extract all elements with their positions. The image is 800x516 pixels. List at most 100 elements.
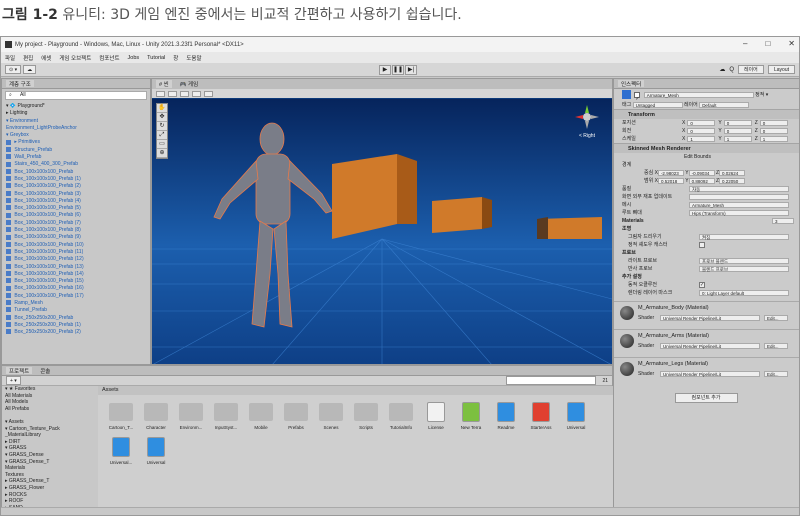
project-tree-item[interactable]: ▾ GRASS_Dense	[5, 452, 98, 459]
transform-x-field[interactable]: 1	[687, 135, 716, 142]
transform-icon[interactable]: ⊕	[157, 149, 167, 158]
hierarchy-item[interactable]: Box_100x100x100_Prefab (1)	[6, 176, 150, 183]
asset-item[interactable]: License	[421, 401, 451, 430]
project-search-input[interactable]	[506, 376, 597, 385]
asset-item[interactable]: TutorialInfo	[386, 401, 416, 430]
orientation-gizmo[interactable]: < Right	[570, 103, 604, 143]
account-button[interactable]: ⊙ ▾	[5, 65, 22, 74]
scene-tool-button[interactable]	[204, 90, 213, 97]
extent-x-field[interactable]: 0.52018	[657, 177, 684, 184]
menu-item[interactable]: Tutorial	[147, 55, 165, 61]
lighting-label[interactable]: 조명	[622, 226, 631, 232]
project-tree-item[interactable]: ▸ ROOF	[5, 498, 98, 505]
transform-z-field[interactable]: 0	[759, 127, 788, 134]
smr-row-field[interactable]: Armature_Mesh	[689, 202, 789, 208]
project-tree-item[interactable]: Textures	[5, 472, 98, 479]
maximize-button[interactable]: □	[765, 39, 770, 48]
tab-project[interactable]: 프로젝트	[6, 367, 33, 375]
hierarchy-item[interactable]: Box_100x100x100_Prefab (7)	[6, 220, 150, 227]
extent-y-field[interactable]: 0.88092	[688, 177, 715, 184]
rendering-layer-dropdown[interactable]: 0: Light Layer default	[699, 290, 789, 296]
object-name-field[interactable]: Armature_Mesh	[643, 91, 754, 98]
hierarchy-item[interactable]: Ramp_Mesh	[6, 300, 150, 307]
hierarchy-item[interactable]: Box_100x100x100_Prefab (9)	[6, 234, 150, 241]
skinned-mesh-renderer-header[interactable]: Skinned Mesh Renderer	[614, 143, 799, 153]
hierarchy-item[interactable]: Box_100x100x100_Prefab	[6, 169, 150, 176]
materials-label[interactable]: Materials	[622, 218, 644, 224]
hierarchy-item[interactable]: ▾ Greybox	[6, 132, 150, 139]
smr-row-field[interactable]: 자동	[689, 186, 789, 192]
asset-item[interactable]: New Terra	[456, 401, 486, 430]
dynamic-occlusion-checkbox[interactable]: ✓	[699, 282, 705, 288]
center-y-field[interactable]: -0.09034	[688, 169, 715, 176]
edit-shader-button[interactable]: Edit...	[764, 371, 788, 377]
center-z-field[interactable]: 0.02624	[719, 169, 746, 176]
scene-tool-button[interactable]	[192, 90, 201, 97]
layers-dropdown[interactable]: 레이어	[737, 65, 764, 74]
hierarchy-search-input[interactable]: ⌕ All	[5, 91, 147, 100]
tab-console[interactable]: 콘솔	[40, 367, 50, 375]
menu-item[interactable]: 편집	[23, 54, 33, 62]
step-button[interactable]: ▶|	[405, 65, 417, 75]
hierarchy-item[interactable]: ▾ Environment	[6, 118, 150, 125]
transform-y-field[interactable]: 0	[723, 119, 752, 126]
rect-icon[interactable]: ▭	[157, 140, 167, 149]
hierarchy-item[interactable]: Box_100x100x100_Prefab (16)	[6, 285, 150, 292]
hierarchy-item[interactable]: Box_100x100x100_Prefab (5)	[6, 205, 150, 212]
extent-z-field[interactable]: 0.22050	[719, 177, 746, 184]
minimize-button[interactable]: –	[743, 39, 747, 48]
add-component-button[interactable]: 컴포넌트 추가	[674, 393, 738, 403]
hierarchy-item[interactable]: Box_100x100x100_Prefab (4)	[6, 198, 150, 205]
asset-item[interactable]: InputSyst...	[211, 401, 241, 430]
smr-row-field[interactable]	[689, 194, 789, 200]
edit-bounds-button[interactable]: Edit Bounds	[684, 154, 711, 160]
asset-item[interactable]: Scripts	[351, 401, 381, 430]
layer-dropdown[interactable]: Default	[699, 101, 750, 108]
hierarchy-item[interactable]: ▾ 💠 Playground*	[6, 103, 150, 110]
probes-label[interactable]: 프로브	[622, 250, 636, 256]
material-entry[interactable]: M_Armature_Body (Material) Shader Universa…	[614, 301, 799, 329]
project-tree-item[interactable]: All Materials	[5, 393, 98, 400]
transform-z-field[interactable]: 1	[759, 135, 788, 142]
asset-item[interactable]: Mobile	[246, 401, 276, 430]
static-shadow-checkbox[interactable]	[699, 242, 705, 248]
menu-item[interactable]: 파일	[5, 54, 15, 62]
cloud-icon[interactable]: ☁	[23, 65, 37, 74]
asset-item[interactable]: Universal...	[106, 436, 136, 465]
asset-item[interactable]: Cartoon_T...	[106, 401, 136, 430]
scene-tool-button[interactable]	[168, 90, 177, 97]
material-entry[interactable]: M_Armature_Arms (Material) Shader Universa…	[614, 329, 799, 357]
transform-x-field[interactable]: 0	[687, 119, 716, 126]
hierarchy-item[interactable]: ▸ Primitives	[6, 139, 150, 146]
scene-tool-button[interactable]	[180, 90, 189, 97]
transform-x-field[interactable]: 0	[687, 127, 716, 134]
edit-shader-button[interactable]: Edit...	[764, 315, 788, 321]
tab-game[interactable]: 🎮 게임	[180, 80, 199, 88]
project-tree-item[interactable]: _MaterialLibrary	[5, 432, 98, 439]
tab-scene[interactable]: # 씬	[156, 80, 172, 88]
add-asset-button[interactable]: + ▾	[6, 376, 21, 385]
project-tree-item[interactable]	[5, 412, 98, 419]
hierarchy-item[interactable]: Box_100x100x100_Prefab (12)	[6, 256, 150, 263]
hand-icon[interactable]: ✋	[157, 104, 167, 113]
static-toggle[interactable]: 정적 ▾	[755, 92, 768, 98]
hierarchy-item[interactable]: Tunnel_Prefab	[6, 307, 150, 314]
light-probes-dropdown[interactable]: 프로브 블렌드	[699, 258, 789, 264]
search-icon[interactable]: Q	[729, 67, 734, 73]
perspective-label[interactable]: < Right	[570, 133, 604, 139]
shader-dropdown[interactable]: Universal Render Pipeline/Lit	[660, 315, 760, 321]
project-tree-item[interactable]: ▸ GRASS_Flower	[5, 485, 98, 492]
hierarchy-item[interactable]: Environment_LightProbeAnchor	[6, 125, 150, 132]
pause-button[interactable]: ❚❚	[392, 65, 404, 75]
asset-item[interactable]: StarterAss	[526, 401, 556, 430]
layout-dropdown[interactable]: Layout	[767, 65, 795, 74]
project-tree-item[interactable]: ▸ GRASS_Dense_T	[5, 478, 98, 485]
scale-icon[interactable]: ⤢	[157, 131, 167, 140]
hierarchy-item[interactable]: Box_100x100x100_Prefab (6)	[6, 212, 150, 219]
transform-y-field[interactable]: 1	[723, 135, 752, 142]
hierarchy-item[interactable]: Stairs_450_400_300_Prefab	[6, 161, 150, 168]
hierarchy-item[interactable]: Box_100x100x100_Prefab (14)	[6, 271, 150, 278]
menu-item[interactable]: 게임 오브젝트	[59, 54, 91, 62]
hierarchy-item[interactable]: Box_100x100x100_Prefab (8)	[6, 227, 150, 234]
reflection-probes-dropdown[interactable]: 블렌드 프로브	[699, 266, 789, 272]
